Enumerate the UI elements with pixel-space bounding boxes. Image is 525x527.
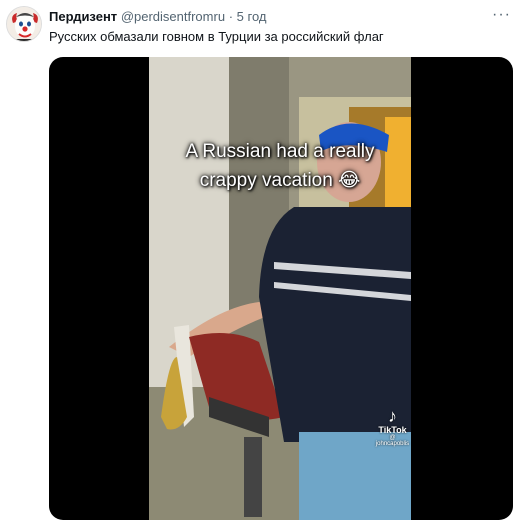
tiktok-username: @ johncapoblis (375, 435, 410, 447)
tweet-text: Русских обмазали говном в Турции за росс… (49, 29, 384, 44)
more-options-icon[interactable]: ··· (492, 6, 511, 24)
video-caption-line2: crappy vacation 😂 (199, 170, 361, 191)
tweet-header: Пердизент @perdisentfromru · 5 год (49, 9, 505, 29)
tiktok-brand: TikTok (378, 425, 407, 435)
video-frame: A Russian had a really crappy vacation 😂… (149, 57, 411, 520)
tiktok-icon: ♪ (388, 406, 397, 426)
tweet-video[interactable]: A Russian had a really crappy vacation 😂… (49, 57, 513, 520)
tiktok-watermark: ♪ TikTok @ johncapoblis (374, 407, 411, 447)
avatar[interactable] (6, 6, 42, 42)
author-handle[interactable]: @perdisentfromru (121, 9, 225, 24)
author-name[interactable]: Пердизент (49, 9, 117, 24)
tweet-timestamp[interactable]: 5 год (237, 9, 267, 24)
video-caption-line1: A Russian had a really (185, 141, 375, 162)
video-still-image (149, 57, 411, 520)
separator-dot: · (228, 9, 234, 24)
clown-avatar-icon (7, 7, 41, 41)
